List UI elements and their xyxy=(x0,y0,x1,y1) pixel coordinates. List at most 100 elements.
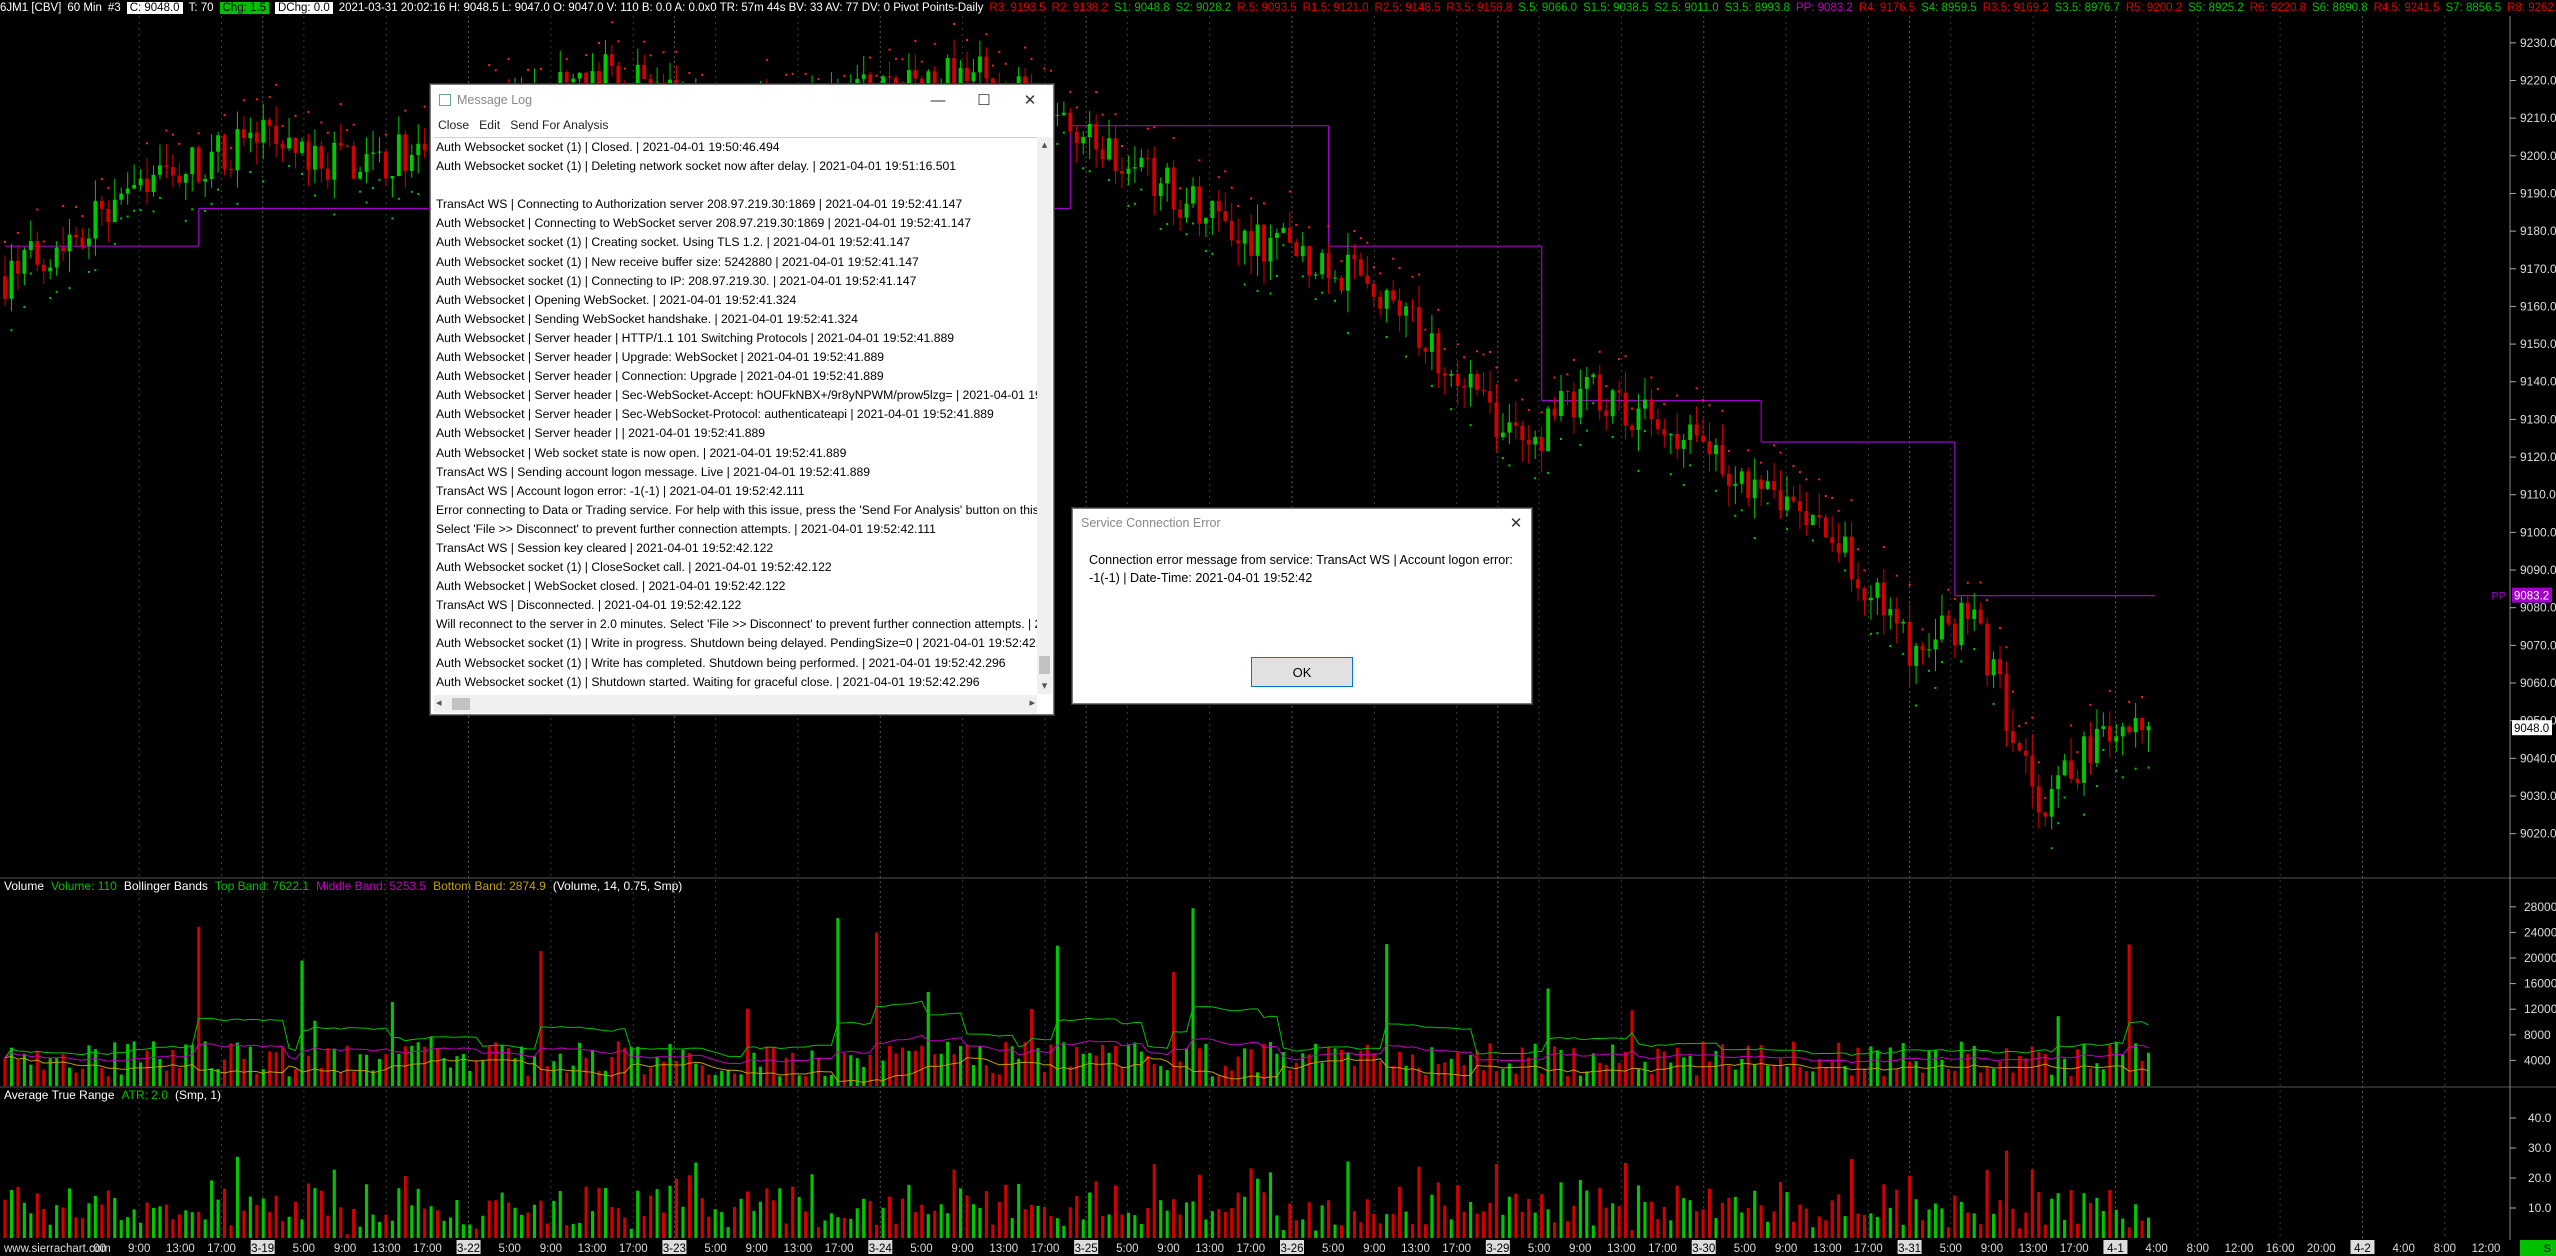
time-axis-label: 9:00 xyxy=(334,1243,356,1255)
candle-body xyxy=(1081,137,1086,144)
sar-dot xyxy=(843,74,846,77)
candle-body xyxy=(1843,536,1848,553)
sar-dot xyxy=(107,186,110,189)
menu-close[interactable]: Close xyxy=(438,118,469,132)
time-axis-label: 4-1 xyxy=(2107,1243,2124,1255)
log-line: TransAct WS | Session key cleared | 2021… xyxy=(436,540,774,555)
sar-dot xyxy=(423,105,426,108)
time-axis-label: 20:00 xyxy=(2307,1243,2336,1255)
horizontal-scrollbar[interactable]: ◂ ▸ xyxy=(434,695,1037,713)
log-line: Auth Websocket socket (1) | Connecting t… xyxy=(436,273,917,288)
sar-dot xyxy=(1237,204,1240,207)
price-pane[interactable] xyxy=(3,21,2155,850)
candle-body xyxy=(887,76,892,78)
sar-dot xyxy=(87,270,90,273)
candle-body xyxy=(416,143,421,155)
sar-dot xyxy=(352,123,355,126)
sar-dot xyxy=(597,42,600,45)
sar-dot xyxy=(1366,241,1369,244)
candle-body xyxy=(1178,209,1183,218)
sar-dot xyxy=(1947,588,1950,591)
scroll-left-icon[interactable]: ◂ xyxy=(436,696,442,709)
sar-dot xyxy=(875,74,878,77)
candle-body xyxy=(1300,245,1305,257)
sar-dot xyxy=(1463,356,1466,359)
sar-dot xyxy=(23,306,26,309)
sar-dot xyxy=(236,202,239,205)
close-icon[interactable]: ✕ xyxy=(1007,85,1053,115)
scrollbar-thumb[interactable] xyxy=(1039,656,1050,674)
sar-dot xyxy=(1895,574,1898,577)
header-field-13: R1.5: 9121.0 xyxy=(1302,2,1369,14)
error-dialog-titlebar[interactable]: Service Connection Error ✕ xyxy=(1073,509,1531,537)
scroll-down-icon[interactable]: ▾ xyxy=(1037,678,1052,694)
volume-header-field-2: Bollinger Bands xyxy=(123,879,208,893)
ok-button[interactable]: OK xyxy=(1251,657,1353,687)
message-log-window[interactable]: Message Log — ☐ ✕ Close Edit Send For An… xyxy=(430,84,1054,715)
sar-dot xyxy=(120,217,123,220)
candle-body xyxy=(338,142,343,146)
time-axis-label: 5:00 xyxy=(293,1243,315,1255)
vertical-scrollbar[interactable]: ▴ ▾ xyxy=(1037,137,1052,694)
sar-dot xyxy=(1805,478,1808,481)
candle-body xyxy=(2004,674,2009,732)
menu-send-for-analysis[interactable]: Send For Analysis xyxy=(510,118,608,132)
candle-body xyxy=(287,137,292,149)
candle-body xyxy=(1591,374,1596,378)
candle-body xyxy=(1274,232,1279,238)
price-axis-label: 9110.0 xyxy=(2520,488,2556,502)
candle-body xyxy=(1404,306,1408,316)
message-log-titlebar[interactable]: Message Log — ☐ ✕ xyxy=(431,85,1053,115)
sar-dot xyxy=(1392,257,1395,260)
sar-dot xyxy=(1476,350,1479,353)
time-axis-label: 5:00 xyxy=(910,1243,932,1255)
candle-body xyxy=(145,178,149,193)
sar-dot xyxy=(1185,233,1188,236)
time-axis-label: 5:00 xyxy=(1322,1243,1344,1255)
time-axis-label: 13:00 xyxy=(578,1243,607,1255)
sar-dot xyxy=(1747,449,1750,452)
candle-body xyxy=(1856,579,1860,589)
sar-dot xyxy=(191,208,194,211)
sar-dot xyxy=(2011,690,2014,693)
sar-dot xyxy=(894,57,897,60)
scroll-right-icon[interactable]: ▸ xyxy=(1029,696,1035,709)
close-icon[interactable]: ✕ xyxy=(1501,508,1531,538)
sar-dot xyxy=(1566,373,1569,376)
candle-body xyxy=(1326,252,1331,279)
candle-body xyxy=(1391,290,1396,301)
candle-body xyxy=(1475,373,1480,390)
hscrollbar-thumb[interactable] xyxy=(452,698,470,710)
sar-dot xyxy=(1908,583,1911,586)
maximize-icon[interactable]: ☐ xyxy=(961,85,1007,115)
sar-dot xyxy=(1714,489,1717,492)
sar-dot xyxy=(2063,796,2066,799)
candle-body xyxy=(1907,621,1912,666)
time-axis-label: 17:00 xyxy=(619,1243,648,1255)
sar-dot xyxy=(10,329,13,332)
minimize-icon[interactable]: — xyxy=(915,85,961,115)
candle-body xyxy=(1236,240,1241,244)
candle-body xyxy=(1901,621,1906,624)
candle-body xyxy=(280,144,285,149)
sar-dot xyxy=(133,209,136,212)
price-axis-label: 9030.0 xyxy=(2520,789,2556,803)
volume-pane[interactable] xyxy=(3,908,2151,1086)
scroll-up-icon[interactable]: ▴ xyxy=(1037,137,1052,153)
sar-dot xyxy=(1960,660,1963,663)
time-axis-label: 4:00 xyxy=(2392,1243,2414,1255)
sar-dot xyxy=(1340,260,1343,263)
service-connection-error-dialog[interactable]: Service Connection Error ✕ Connection er… xyxy=(1072,508,1532,704)
app-icon xyxy=(439,94,451,106)
menu-edit[interactable]: Edit xyxy=(479,118,500,132)
price-axis-label: 9160.0 xyxy=(2520,299,2556,313)
sar-dot xyxy=(300,172,303,175)
sar-dot xyxy=(2134,767,2137,770)
candle-body xyxy=(358,171,363,179)
watermark-text: www.sierrachart.com xyxy=(3,1243,111,1255)
atr-pane[interactable] xyxy=(3,1150,2151,1238)
time-axis-label: 4-2 xyxy=(2354,1243,2371,1255)
message-log-text[interactable]: Auth Websocket socket (1) | Closed. | 20… xyxy=(434,137,1037,694)
candle-body xyxy=(222,135,227,169)
header-field-9: R2: 9138.2 xyxy=(1051,2,1108,14)
